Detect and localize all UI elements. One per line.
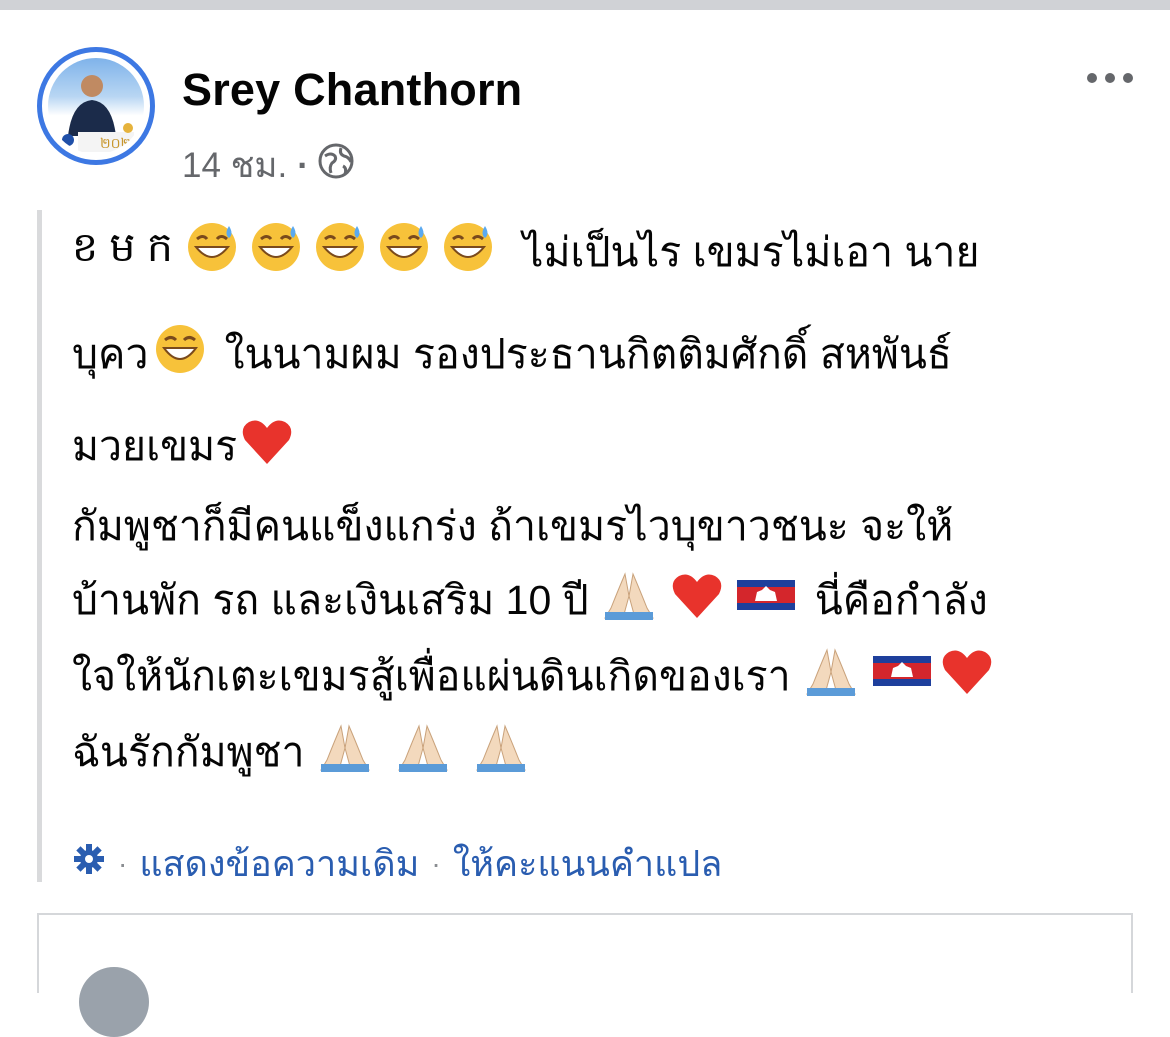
show-original-link[interactable]: แสดงข้อความเดิม — [139, 835, 419, 892]
post-line-2: บุคว ในนามผม รองประธานกิตติมศักดิ์ สหพัน… — [72, 324, 952, 384]
grin-emoji — [152, 322, 208, 386]
rate-translation-link[interactable]: ให้คะแนนคำแปล — [453, 835, 723, 892]
line-text: ใจให้นักเตะเขมรสู้เพื่อแผ่นดินเกิดของเรา — [72, 652, 791, 699]
line-text: ខ ម ក — [72, 224, 173, 270]
footer-separator: · — [118, 847, 128, 879]
author-name[interactable]: Srey Chanthorn — [182, 64, 522, 116]
meta-separator: · — [297, 145, 309, 185]
more-dots-icon[interactable] — [1082, 60, 1138, 96]
pray-flag-heart-emoji-group — [803, 644, 1003, 708]
svg-text:២០២៣: ២០២៣ — [100, 136, 143, 152]
globe-icon — [317, 142, 355, 189]
pray-heart-flag-emoji-group — [601, 568, 801, 632]
post-line-5: บ้านพัก รถ และเงินเสริม 10 ปี นี่คือกำลั… — [72, 570, 988, 630]
footer-separator: · — [431, 847, 441, 879]
shared-post-card[interactable] — [37, 913, 1133, 1037]
post-meta: 14 ชม. · — [182, 138, 355, 193]
line-text: นี่คือกำลัง — [814, 576, 988, 623]
line-text: บุคว — [72, 330, 149, 377]
gear-icon[interactable] — [72, 842, 106, 885]
pray-emoji-group — [317, 720, 547, 784]
line-text: บ้านพัก รถ และเงินเสริม 10 ปี — [72, 576, 589, 623]
avatar-photo: ២០២៣ — [48, 58, 144, 154]
post-line-3: มวยเขมร — [72, 416, 299, 476]
translation-footer: · แสดงข้อความเดิม · ให้คะแนนคำแปล — [72, 835, 722, 892]
line-text: ในนามผม รองประธานกิตติมศักดิ์ สหพันธ์ — [224, 330, 952, 377]
post-line-4: กัมพูชาก็มีคนแข็งแกร่ง ถ้าเขมรไวบุขาวชนะ… — [72, 496, 953, 556]
line-text: ฉันรักกัมพูชา — [72, 728, 305, 775]
author-avatar[interactable]: ២០២៣ — [37, 47, 155, 165]
post-line-1: ខ ម ក ไม่เป็นไร เขมรไม่เอา นาย — [72, 220, 980, 284]
heart-emoji — [239, 414, 295, 478]
grin-sweat-emoji-group — [185, 220, 505, 284]
line-text: มวยเขมร — [72, 422, 238, 469]
top-divider — [0, 0, 1170, 10]
translation-quote-bar — [37, 210, 42, 882]
line-text: ไม่เป็นไร เขมรไม่เอา นาย — [522, 228, 980, 275]
line-text: กัมพูชาก็มีคนแข็งแกร่ง ถ้าเขมรไวบุขาวชนะ… — [72, 502, 954, 549]
post-line-7: ฉันรักกัมพูชา — [72, 722, 551, 782]
post-line-6: ใจให้นักเตะเขมรสู้เพื่อแผ่นดินเกิดของเรา — [72, 646, 1007, 706]
post-time[interactable]: 14 ชม. — [182, 138, 287, 193]
